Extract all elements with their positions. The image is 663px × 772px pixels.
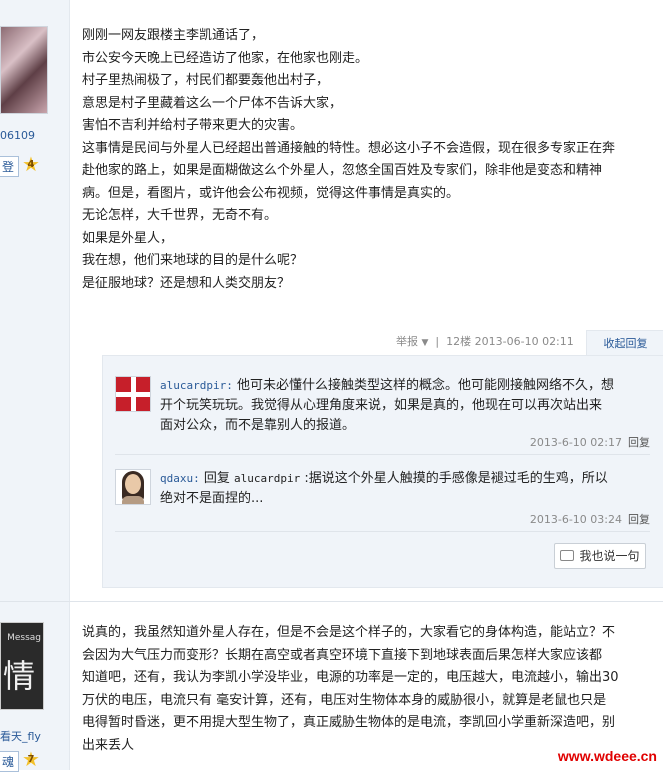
user-avatar[interactable]: [0, 26, 48, 114]
post-separator: [0, 601, 663, 602]
post-line: 害怕不吉利并给村子带来更大的灾害。: [82, 118, 304, 133]
reply-text: alucardpir: 他可未必懂什么接触类型这样的概念。他可能刚接触网络不久，…: [160, 376, 650, 436]
post-line: 电得暂时昏迷，更不用提大型生物了，真正威胁生物体的是电流，李凯回小学重新深造吧，…: [82, 715, 616, 731]
rank-star-icon: ★ 4: [20, 153, 42, 175]
reply-meta: 2013-6-10 02:17 回复: [530, 434, 650, 450]
post-line: 会因为大气压力而变形？长期在高空或者真空环境下直接下到地球表面后果怎样大家应该都: [82, 647, 603, 663]
reply-button[interactable]: 回复: [628, 436, 650, 449]
site-watermark: www.wdeee.cn: [557, 748, 657, 764]
comment-icon: [560, 550, 575, 561]
avatar-text-big: 情: [3, 657, 36, 695]
post-line: 说真的，我虽然知道外星人存在，但是不会是这个样子的，大家看它的身体构造，能站立？…: [82, 625, 616, 640]
caret-down-icon: ▼: [421, 338, 429, 348]
reply-line: 他可未必懂什么接触类型这样的概念。他可能刚接触网络不久，想: [237, 378, 615, 393]
report-link[interactable]: 举报 ▼: [396, 335, 428, 348]
woman-avatar-icon[interactable]: [115, 469, 151, 505]
post-line: 无论怎样，大千世界，无奇不有。: [82, 208, 278, 223]
reply-button[interactable]: 回复: [628, 513, 650, 526]
post-body: 刚刚一网友跟楼主李凯通话了， 市公安今天晚上已经造访了他家，在他家也刚走。 村子…: [82, 25, 662, 295]
add-comment-label: 我也说一句: [579, 549, 640, 563]
divider: [115, 454, 650, 455]
post-line: 这事情是民间与外星人已经超出普通接触的特性。想必这小子不会造假，现在很多专家正在…: [82, 140, 616, 156]
reply-prefix: 回复: [203, 471, 235, 486]
reply-line: 面对公众，而不是靠别人的报道。: [160, 418, 356, 433]
post-line: 万伏的电压，电流只有 毫安计算，还有，电压对生物体本身的威胁很小，就算是老鼠也只…: [82, 692, 607, 708]
reply-time: 2013-6-10 03:24: [529, 513, 622, 526]
rank-star-icon: ★ 7: [20, 748, 42, 770]
rank-level: 7: [27, 754, 35, 765]
reply-author[interactable]: alucardpir:: [160, 379, 233, 392]
user-rank-label: 登: [0, 156, 20, 177]
reply-time: 2013-6-10 02:17: [529, 436, 622, 449]
user-rank-label: 魂: [0, 751, 20, 772]
post-datetime: 2013-06-10 02:11: [474, 335, 574, 348]
flag-avatar-icon[interactable]: [115, 376, 151, 412]
user-avatar[interactable]: Messag 情: [0, 622, 44, 710]
post-line: 我在想，他们来地球的目的是什么呢？: [82, 253, 304, 268]
post-body: 说真的，我虽然知道外星人存在，但是不会是这个样子的，大家看它的身体构造，能站立？…: [82, 622, 662, 758]
post-content-area: 刚刚一网友跟楼主李凯通话了， 市公安今天晚上已经造访了他家，在他家也刚走。 村子…: [70, 0, 663, 770]
reply-panel: alucardpir: 他可未必懂什么接触类型这样的概念。他可能刚接触网络不久，…: [102, 355, 663, 588]
post-line: 意思是村子里藏着这么一个尸体不告诉大家，: [82, 95, 343, 111]
post-line: 刚刚一网友跟楼主李凯通话了，: [82, 28, 265, 43]
post-line: 如果是外星人，: [82, 230, 174, 246]
post-meta: 举报 ▼ | 12楼 2013-06-10 02:11: [396, 333, 574, 349]
reply-author[interactable]: qdaxu:: [160, 472, 200, 485]
post-line: 是征服地球？还是想和人类交朋友？: [82, 275, 291, 291]
post-line: 市公安今天晚上已经造访了他家，在他家也刚走。: [82, 50, 369, 66]
collapse-replies-button[interactable]: 收起回复: [586, 330, 663, 357]
reply-text: qdaxu: 回复 alucardpir :据说这个外星人触摸的手感像是褪过毛的…: [160, 469, 650, 509]
reply-target[interactable]: alucardpir: [234, 472, 300, 485]
post-line: 村子里热闹极了，村民们都要轰他出村子，: [82, 73, 330, 88]
reply-meta: 2013-6-10 03:24 回复: [530, 511, 650, 527]
user-id[interactable]: 06109: [0, 129, 35, 142]
post-line: 知道吧，还有，我认为李凯小学没毕业，电源的功率是一定的，电压越大，电流越小，输出…: [82, 670, 619, 686]
reply-line: 开个玩笑玩玩。我觉得从心理角度来说，如果是真的，他现在可以再次站出来: [160, 398, 603, 413]
divider: [115, 531, 650, 532]
user-sidebar: 06109 登 ★ 4 Messag 情 看天_fly 魂 ★ 7: [0, 0, 70, 772]
rank-level: 4: [27, 159, 35, 170]
add-comment-button[interactable]: 我也说一句: [554, 543, 646, 569]
floor-number: 12楼: [446, 335, 472, 348]
meta-separator: |: [435, 335, 440, 348]
reply-line: 绝对不是面捏的...: [160, 491, 264, 506]
post-line: 赴他家的路上，如果是面糊做这么个外星人，忽悠全国百姓及专家们，除非他是变态和精神: [82, 163, 603, 178]
post-line: 病。但是，看图片，或许他会公布视频，觉得这件事情是真实的。: [82, 185, 460, 201]
user-name[interactable]: 看天_fly: [0, 728, 41, 744]
reply-line: :据说这个外星人触摸的手感像是褪过毛的生鸡，所以: [300, 471, 608, 486]
avatar-text-small: Messag: [7, 633, 41, 643]
